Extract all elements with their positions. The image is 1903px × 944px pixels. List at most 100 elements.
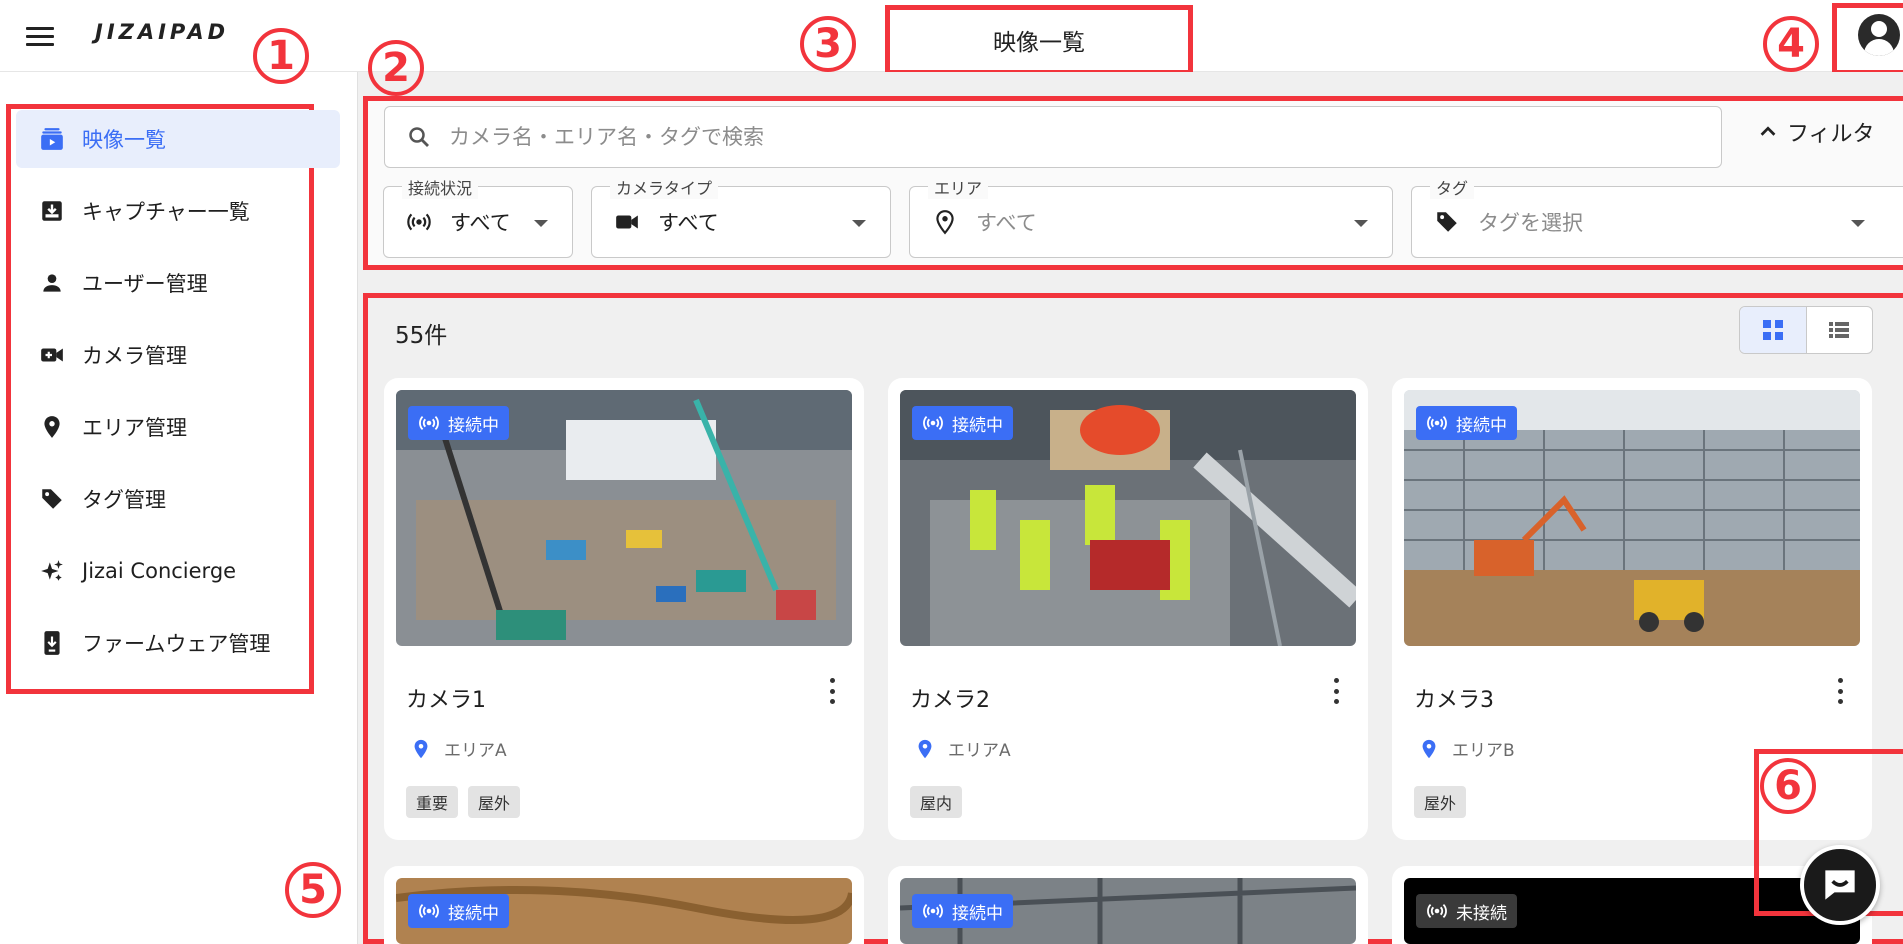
grid-icon <box>1762 320 1783 340</box>
camera-name: カメラ3 <box>1414 688 1494 713</box>
location-pin-icon <box>414 739 428 758</box>
location-pin-icon <box>38 413 66 441</box>
annotation-number: 5 <box>285 862 341 918</box>
sidebar-item-tag-management[interactable]: タグ管理 <box>16 470 340 528</box>
camera-thumbnail[interactable]: 接続中 <box>1404 390 1860 646</box>
menu-icon[interactable] <box>26 20 58 52</box>
sidebar-item-label: 映像一覧 <box>82 128 166 152</box>
page-title: 映像一覧 <box>885 5 1193 75</box>
status-chip-label: 接続中 <box>952 415 1003 436</box>
camera-thumbnail[interactable]: 接続中 <box>396 878 852 944</box>
firmware-icon <box>38 629 66 657</box>
tag-label: タグ <box>1430 175 1475 199</box>
camera-thumbnail[interactable]: 接続中 <box>396 390 852 646</box>
sidebar-item-capture-list[interactable]: キャプチャー一覧 <box>16 182 340 240</box>
camera-area-label: エリアB <box>1452 741 1515 761</box>
account-avatar-icon[interactable] <box>1858 14 1900 56</box>
status-chip: 接続中 <box>408 894 509 928</box>
connection-status-select[interactable]: 接続状況 すべて <box>383 175 573 258</box>
signal-icon <box>406 209 432 235</box>
grid-view-button[interactable] <box>1740 307 1807 353</box>
signal-icon <box>419 415 439 431</box>
camera-area-label: エリアA <box>948 741 1011 761</box>
tag-icon <box>1434 209 1460 235</box>
more-vert-icon[interactable] <box>828 678 836 704</box>
camera-area: エリアA <box>914 736 1011 761</box>
caret-down-icon <box>852 220 866 227</box>
camera-thumbnail[interactable]: 接続中 <box>900 390 1356 646</box>
sidebar-item-video-list[interactable]: 映像一覧 <box>16 110 340 168</box>
more-vert-icon[interactable] <box>1836 678 1844 704</box>
sidebar-item-user-management[interactable]: ユーザー管理 <box>16 254 340 312</box>
page-title-text: 映像一覧 <box>993 30 1085 56</box>
tag-value: タグを選択 <box>1478 211 1583 235</box>
tag-chip: 屋外 <box>468 786 521 818</box>
app-logo: JIZAIPAD <box>95 20 230 44</box>
list-view-button[interactable] <box>1807 307 1873 353</box>
location-pin-icon <box>932 209 958 235</box>
annotation-number: 2 <box>368 40 424 96</box>
tag-select[interactable]: タグ タグを選択 <box>1411 175 1903 258</box>
area-select[interactable]: エリア すべて <box>909 175 1393 258</box>
video-list-icon <box>38 125 66 153</box>
camera-card[interactable]: 接続中 カメラ1 エリアA 重要 屋外 <box>384 378 864 840</box>
camera-type-label: カメラタイプ <box>610 175 719 199</box>
status-chip-label: 接続中 <box>1456 415 1507 436</box>
caret-down-icon <box>534 220 548 227</box>
chevron-up-icon <box>1760 126 1776 136</box>
tag-list: 屋内 <box>910 786 963 818</box>
tag-chip: 屋外 <box>1414 786 1467 818</box>
search-input[interactable] <box>449 125 1649 149</box>
camera-card[interactable]: 接続中 <box>384 866 864 944</box>
camera-name: カメラ1 <box>406 688 486 713</box>
annotation-number: 3 <box>800 16 856 72</box>
annotation-number: 6 <box>1760 758 1816 814</box>
sidebar-item-area-management[interactable]: エリア管理 <box>16 398 340 456</box>
connection-status-label: 接続状況 <box>402 175 479 199</box>
annotation-number: 4 <box>1763 16 1819 72</box>
app-root: JIZAIPAD 映像一覧 映像一覧 キャプチャー一覧 ユーザー管理 カメラ管理 <box>0 0 1903 944</box>
sidebar-item-jizai-concierge[interactable]: Jizai Concierge <box>16 542 340 600</box>
sidebar-item-label: エリア管理 <box>82 416 187 440</box>
sidebar-item-label: タグ管理 <box>82 488 166 512</box>
signal-icon <box>419 903 439 919</box>
sidebar-item-label: カメラ管理 <box>82 344 187 368</box>
status-chip: 接続中 <box>1416 406 1517 440</box>
video-camera-icon <box>614 209 640 235</box>
sidebar-item-firmware-management[interactable]: ファームウェア管理 <box>16 614 340 672</box>
status-chip: 接続中 <box>912 894 1013 928</box>
signal-icon <box>923 415 943 431</box>
camera-thumbnail[interactable]: 接続中 <box>900 878 1356 944</box>
camera-name: カメラ2 <box>910 688 990 713</box>
tag-icon <box>38 485 66 513</box>
sidebar-item-camera-management[interactable]: カメラ管理 <box>16 326 340 384</box>
chat-icon <box>1825 870 1855 900</box>
tag-list: 屋外 <box>1414 786 1467 818</box>
signal-icon <box>1427 903 1447 919</box>
more-vert-icon[interactable] <box>1332 678 1340 704</box>
location-pin-icon <box>918 739 932 758</box>
camera-type-value: すべて <box>658 211 719 235</box>
result-count: 55件 <box>395 323 448 349</box>
tag-chip: 屋内 <box>910 786 963 818</box>
camera-card[interactable]: 接続中 カメラ2 エリアA 屋内 <box>888 378 1368 840</box>
sidebar-item-label: ファームウェア管理 <box>82 632 271 656</box>
chat-button[interactable] <box>1800 845 1880 925</box>
status-chip: 未接続 <box>1416 894 1517 928</box>
camera-area: エリアA <box>410 736 507 761</box>
area-value: すべて <box>976 211 1037 235</box>
camera-type-select[interactable]: カメラタイプ すべて <box>591 175 891 258</box>
status-chip-label: 接続中 <box>448 415 499 436</box>
annotation-number: 1 <box>253 28 309 84</box>
tag-chip: 重要 <box>406 786 459 818</box>
sidebar-item-label: Jizai Concierge <box>82 559 237 583</box>
search-field[interactable] <box>384 106 1722 168</box>
sparkle-icon <box>38 557 66 585</box>
camera-card[interactable]: 接続中 <box>888 866 1368 944</box>
status-chip-label: 未接続 <box>1456 903 1507 924</box>
camera-area: エリアB <box>1418 736 1515 761</box>
sidebar-item-label: ユーザー管理 <box>82 272 208 296</box>
search-icon <box>409 127 429 147</box>
filter-toggle-button[interactable]: フィルタ <box>1757 116 1875 148</box>
tag-list: 重要 屋外 <box>406 786 521 818</box>
